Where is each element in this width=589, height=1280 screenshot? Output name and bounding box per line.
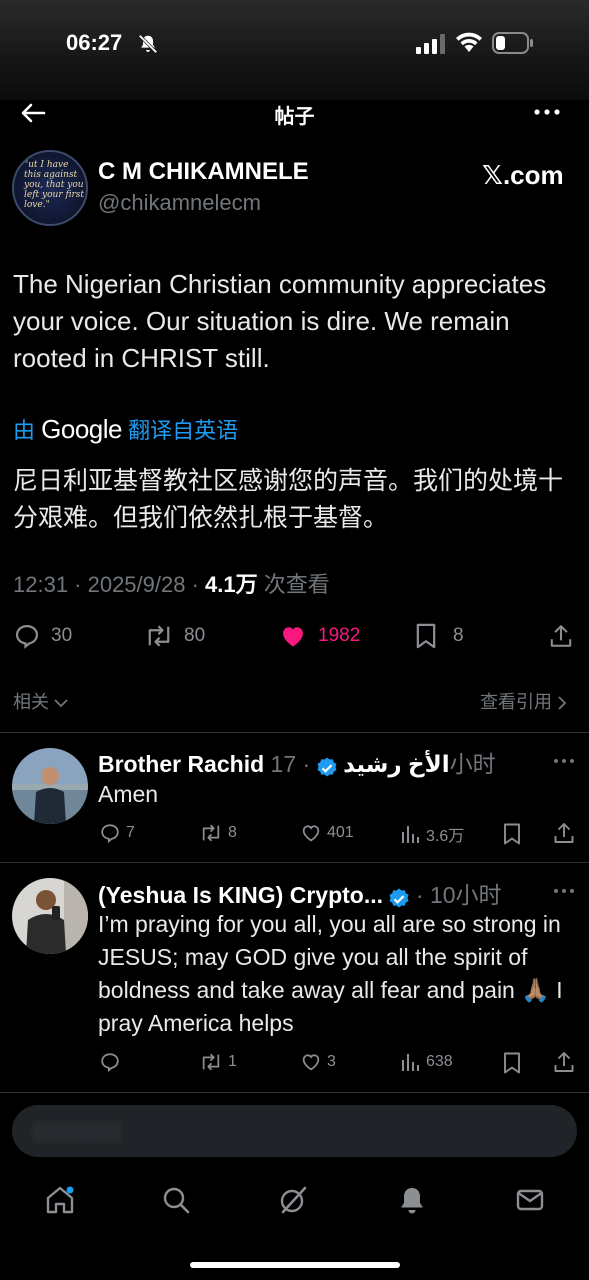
reply-header: Brother Rachid الأخ رشيد · 17小时 — [98, 745, 538, 780]
battery-icon — [492, 32, 533, 54]
google-logo: Google — [41, 414, 122, 444]
like-button[interactable]: 1982 — [278, 622, 360, 650]
view-quotes-link[interactable]: 查看引用 — [480, 688, 567, 714]
reply-author-name[interactable]: (Yeshua Is KING) Crypto... — [98, 882, 383, 908]
home-icon[interactable] — [44, 1184, 76, 1216]
reply-more-icon[interactable] — [552, 882, 576, 900]
cellular-signal-icon — [416, 34, 445, 54]
author-avatar[interactable]: "ut I have this against you, that you le… — [12, 150, 88, 226]
reply-avatar[interactable] — [12, 878, 88, 954]
search-icon[interactable] — [160, 1184, 192, 1216]
bottom-tab-bar — [0, 1170, 589, 1240]
chevron-right-icon — [558, 696, 567, 710]
like-count: 3 — [327, 1053, 336, 1070]
analytics-icon — [402, 826, 419, 843]
share-icon — [550, 625, 572, 647]
bookmark-icon[interactable] — [501, 822, 523, 846]
divider — [0, 732, 589, 733]
reply-more-icon[interactable] — [552, 752, 576, 770]
related-label: 相关 — [13, 692, 49, 712]
post-timestamp: 12:31 · 2025/9/28 · — [13, 572, 206, 597]
wifi-icon — [456, 32, 482, 52]
status-time: 06:27 — [66, 30, 123, 55]
reply-icon — [101, 1053, 119, 1073]
bookmark-count: 8 — [453, 625, 464, 646]
reply-time: · 10小时 — [415, 882, 502, 908]
reply-like-button[interactable]: 3 — [299, 1051, 336, 1073]
notifications-icon[interactable] — [396, 1184, 428, 1216]
reply-text: Amen — [98, 781, 159, 807]
post-meta: 12:31 · 2025/9/28 · 4.1万 次查看 — [13, 567, 330, 599]
translate-suffix: 翻译自英语 — [128, 418, 239, 443]
reply-views-button[interactable]: 3.6万 — [400, 822, 464, 846]
repost-icon — [148, 625, 170, 647]
reply-icon — [101, 824, 119, 844]
bookmark-icon[interactable] — [501, 1051, 523, 1075]
repost-button[interactable]: 80 — [144, 622, 205, 650]
reply-header: (Yeshua Is KING) Crypto... · 10小时 — [98, 876, 538, 911]
page-title: 帖子 — [274, 106, 315, 128]
like-count: 401 — [327, 824, 354, 841]
messages-icon[interactable] — [514, 1184, 546, 1216]
reply-text: I’m praying for you all, you all are so … — [98, 911, 563, 1036]
view-label: 次查看 — [257, 572, 330, 597]
repost-count: 1 — [228, 1053, 237, 1070]
view-count: 3.6万 — [426, 828, 465, 845]
chevron-down-icon — [54, 699, 68, 708]
x-watermark: 𝕏.com — [482, 160, 564, 190]
reply-reply-button[interactable]: 7 — [98, 822, 135, 844]
status-bar: 06:27 — [0, 0, 589, 90]
heart-icon — [302, 1054, 320, 1071]
share-icon[interactable] — [552, 821, 576, 845]
translated-text: 尼日利亚基督教社区感谢您的声音。我们的处境十分艰难。但我们依然扎根于基督。 — [13, 467, 564, 532]
author-handle[interactable]: @chikamnelecm — [98, 190, 261, 216]
reply-icon — [15, 624, 39, 649]
author-name[interactable]: C M CHIKAMNELE — [98, 158, 309, 186]
analytics-icon — [402, 1054, 419, 1071]
translation-attribution[interactable]: 由 Google 翻译自英语 — [13, 413, 238, 445]
repost-count: 80 — [184, 625, 206, 646]
silent-bell-icon — [138, 34, 158, 54]
reply-like-button[interactable]: 401 — [299, 822, 354, 844]
reply-button[interactable]: 30 — [13, 622, 72, 650]
reply-input-placeholder-blurred: ▒▒▒▒▒▒▒ — [32, 1121, 122, 1141]
reply-avatar-photo — [12, 878, 88, 954]
view-count[interactable]: 4.1万 — [205, 572, 258, 597]
reply-avatar[interactable] — [12, 748, 88, 824]
reply-count: 7 — [126, 824, 135, 841]
reply-repost-button[interactable]: 8 — [198, 822, 237, 844]
grok-icon[interactable] — [277, 1184, 309, 1216]
bookmark-button[interactable]: 8 — [413, 622, 464, 650]
reply-reply-button[interactable] — [98, 1051, 126, 1073]
quotes-label: 查看引用 — [480, 692, 552, 712]
verified-badge-icon — [317, 757, 337, 777]
like-count: 1982 — [318, 625, 361, 646]
heart-icon — [302, 825, 320, 842]
heart-filled-icon — [283, 627, 303, 647]
avatar-scripture-text: "ut I have this against you, that you le… — [24, 160, 85, 210]
bookmark-icon — [416, 623, 436, 649]
repost-icon — [202, 1053, 220, 1071]
share-icon[interactable] — [552, 1050, 576, 1074]
divider — [0, 862, 589, 863]
share-button[interactable] — [548, 622, 574, 650]
reply-avatar-photo — [12, 748, 88, 824]
post-text: The Nigerian Christian community appreci… — [13, 269, 547, 373]
divider — [0, 1092, 589, 1093]
view-count: 638 — [426, 1053, 453, 1070]
post-action-bar: 30 80 1982 8 — [0, 618, 589, 658]
reply-views-button[interactable]: 638 — [400, 1051, 453, 1073]
reply-count: 30 — [51, 625, 73, 646]
home-indicator — [190, 1262, 400, 1268]
translate-prefix: 由 — [13, 418, 36, 443]
repost-icon — [202, 824, 220, 842]
repost-count: 8 — [228, 824, 237, 841]
more-options-icon[interactable] — [532, 100, 562, 124]
reply-repost-button[interactable]: 1 — [198, 1051, 237, 1073]
related-dropdown[interactable]: 相关 — [13, 688, 68, 714]
